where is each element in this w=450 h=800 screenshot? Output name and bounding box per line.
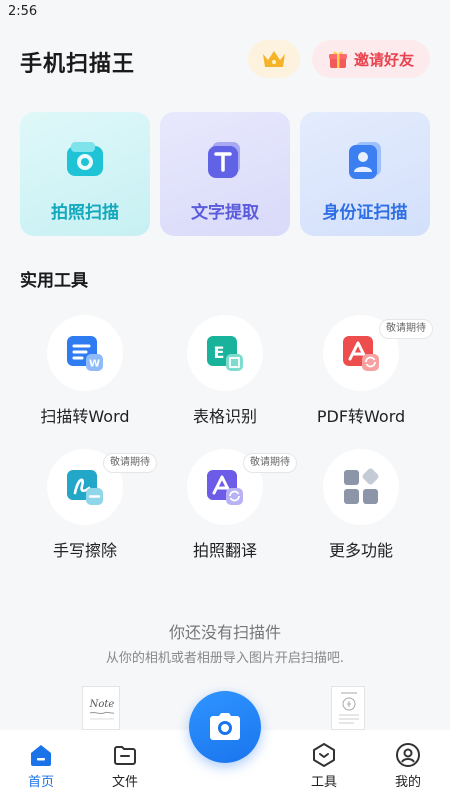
invite-label: 邀请好友 bbox=[353, 50, 414, 69]
tool-label: 扫描转Word bbox=[40, 407, 130, 426]
camera-icon bbox=[210, 713, 240, 740]
coming-soon-badge: 敬请期待 bbox=[379, 319, 433, 339]
excel-icon: E bbox=[207, 336, 243, 371]
tool-more-features[interactable]: 更多功能 bbox=[296, 449, 426, 567]
nav-profile[interactable]: 我的 bbox=[378, 742, 438, 790]
translate-icon bbox=[207, 470, 243, 505]
tool-table-recognition[interactable]: E 表格识别 bbox=[160, 315, 290, 433]
document-illustration bbox=[331, 686, 365, 730]
empty-state-subtitle: 从你的相机或者相册导入图片开启扫描吧. bbox=[105, 651, 345, 666]
home-icon bbox=[31, 745, 51, 766]
feature-label: 拍照扫描 bbox=[51, 203, 119, 223]
svg-text:E: E bbox=[214, 343, 225, 362]
app-title: 手机扫描王 bbox=[20, 52, 136, 77]
feature-photo-scan[interactable]: 拍照扫描 bbox=[20, 112, 150, 236]
tools-hexagon-icon bbox=[313, 743, 335, 767]
tool-label: 拍照翻译 bbox=[192, 541, 257, 560]
text-extract-icon bbox=[203, 138, 247, 182]
crown-icon bbox=[263, 51, 285, 67]
camera-scan-button[interactable] bbox=[189, 691, 261, 763]
feature-text-extract[interactable]: 文字提取 bbox=[160, 112, 290, 236]
nav-tools[interactable]: 工具 bbox=[294, 742, 354, 790]
tool-pdf-to-word[interactable]: 敬请期待 PDF转Word bbox=[296, 315, 433, 433]
invite-friends-button[interactable]: 邀请好友 bbox=[312, 40, 430, 78]
gift-icon bbox=[328, 51, 347, 68]
vip-button[interactable] bbox=[248, 40, 300, 78]
tool-label: 表格识别 bbox=[192, 407, 257, 426]
more-grid-icon bbox=[344, 468, 379, 504]
tool-label: PDF转Word bbox=[316, 407, 406, 426]
photo-scan-icon bbox=[63, 138, 107, 182]
svg-text:W: W bbox=[89, 359, 100, 370]
header: 手机扫描王 邀请好友 bbox=[0, 36, 450, 84]
feature-label: 文字提取 bbox=[191, 203, 259, 223]
tool-label: 更多功能 bbox=[328, 541, 393, 560]
coming-soon-badge: 敬请期待 bbox=[103, 453, 157, 473]
tool-icon-circle bbox=[323, 449, 399, 525]
tools-section-title: 实用工具 bbox=[20, 271, 88, 291]
id-card-icon bbox=[343, 138, 387, 182]
word-icon: W bbox=[67, 336, 103, 371]
note-illustration: Note bbox=[82, 686, 120, 730]
nav-files[interactable]: 文件 bbox=[95, 742, 155, 790]
nav-home[interactable]: 首页 bbox=[11, 742, 71, 790]
tool-icon-circle: W bbox=[47, 315, 123, 391]
note-text: Note bbox=[89, 699, 115, 710]
nav-label: 我的 bbox=[394, 775, 421, 790]
pdf-icon bbox=[343, 336, 379, 371]
folder-icon bbox=[114, 746, 136, 765]
status-time: 2:56 bbox=[8, 4, 38, 19]
handwriting-erase-icon bbox=[67, 470, 103, 505]
tool-icon-circle: E bbox=[187, 315, 263, 391]
coming-soon-badge: 敬请期待 bbox=[243, 453, 297, 473]
profile-icon bbox=[396, 743, 420, 767]
tool-photo-translate[interactable]: 敬请期待 拍照翻译 bbox=[160, 449, 297, 567]
nav-label: 首页 bbox=[27, 775, 54, 790]
empty-state-title: 你还没有扫描件 bbox=[168, 623, 281, 642]
tool-scan-to-word[interactable]: W 扫描转Word bbox=[20, 315, 150, 433]
feature-id-card-scan[interactable]: 身份证扫描 bbox=[300, 112, 430, 236]
feature-label: 身份证扫描 bbox=[322, 203, 408, 223]
tool-label: 手写擦除 bbox=[52, 541, 117, 560]
status-bar: 2:56 bbox=[0, 0, 450, 26]
tool-handwriting-erase[interactable]: 敬请期待 手写擦除 bbox=[20, 449, 157, 567]
nav-label: 工具 bbox=[310, 775, 337, 790]
nav-label: 文件 bbox=[111, 775, 138, 790]
